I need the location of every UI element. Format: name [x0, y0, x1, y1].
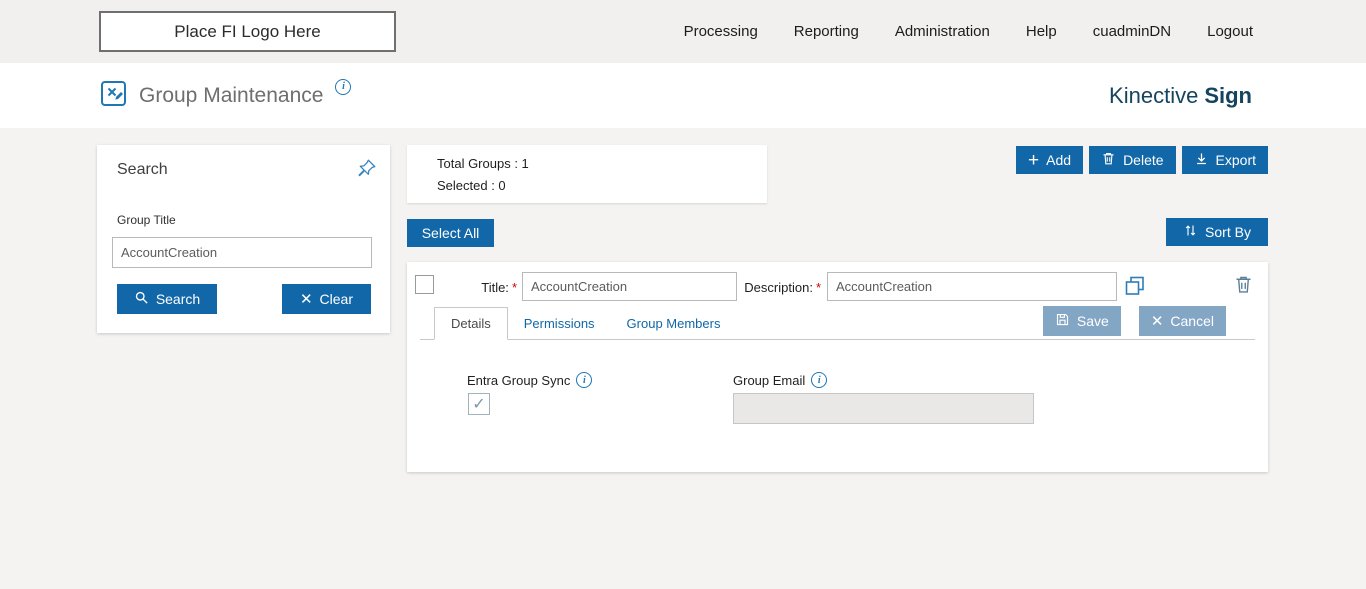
title-label: Title: *	[481, 280, 517, 295]
page-title-info-icon[interactable]: i	[335, 78, 352, 95]
title-required-marker: *	[511, 280, 517, 295]
total-groups-text: Total Groups : 1	[437, 156, 529, 171]
description-label: Description: *	[744, 280, 821, 295]
sort-by-button[interactable]: Sort By	[1166, 218, 1268, 246]
add-button[interactable]: + Add	[1016, 146, 1084, 174]
fi-logo-text: Place FI Logo Here	[174, 21, 321, 41]
nav-username[interactable]: cuadminDN	[1093, 23, 1171, 40]
toolbar: + Add Delete Export	[1016, 146, 1268, 174]
row-actions: Save ✕ Cancel	[1042, 306, 1226, 336]
group-email-info-icon[interactable]: i	[811, 372, 828, 388]
brand-name: Kinective	[1109, 82, 1199, 108]
page-header: Group Maintenance i Kinective Sign	[0, 63, 1366, 128]
row-delete-button[interactable]	[1233, 274, 1254, 298]
group-maintenance-icon	[100, 80, 127, 112]
group-email-label: Group Email i	[733, 372, 828, 388]
summary-panel: Total Groups : 1 Selected : 0	[407, 145, 767, 203]
copy-icon	[1123, 276, 1147, 301]
page-title: Group Maintenance	[139, 83, 324, 107]
group-row-checkbox[interactable]	[415, 275, 434, 294]
top-bar: Place FI Logo Here Processing Reporting …	[0, 0, 1366, 63]
top-navigation: Processing Reporting Administration Help…	[684, 0, 1253, 63]
main-content: Search Group Title Search ✕ Clear Total …	[0, 128, 1366, 589]
group-title-label: Group Title	[117, 213, 176, 227]
tab-permissions[interactable]: Permissions	[508, 307, 611, 339]
title-input[interactable]	[522, 272, 737, 301]
row-trash-icon	[1233, 276, 1254, 298]
entra-group-sync-info-icon[interactable]: i	[576, 372, 593, 388]
search-panel: Search Group Title Search ✕ Clear	[97, 145, 390, 333]
description-required-marker: *	[815, 280, 821, 295]
pin-icon[interactable]	[356, 157, 378, 184]
save-icon	[1055, 312, 1070, 330]
select-all-button[interactable]: Select All	[407, 219, 494, 247]
clear-x-icon: ✕	[299, 290, 313, 308]
clear-button[interactable]: ✕ Clear	[282, 284, 371, 314]
group-row: Title:* Description:* Details Pe	[407, 262, 1268, 472]
group-title-input[interactable]	[112, 237, 372, 268]
search-panel-title: Search	[117, 161, 168, 178]
nav-processing[interactable]: Processing	[684, 23, 758, 40]
export-button[interactable]: Export	[1181, 146, 1268, 174]
nav-logout[interactable]: Logout	[1207, 23, 1253, 40]
cancel-x-icon: ✕	[1150, 312, 1164, 330]
nav-administration[interactable]: Administration	[895, 23, 990, 40]
delete-button[interactable]: Delete	[1089, 146, 1176, 174]
nav-help[interactable]: Help	[1026, 23, 1057, 40]
nav-reporting[interactable]: Reporting	[794, 23, 859, 40]
brand-suffix: Sign	[1204, 82, 1252, 108]
entra-group-sync-label: Entra Group Sync i	[467, 372, 593, 388]
group-email-input	[733, 393, 1034, 424]
check-icon: ✓	[472, 396, 486, 413]
entra-group-sync-checkbox[interactable]: ✓	[468, 393, 490, 415]
description-input[interactable]	[827, 272, 1117, 301]
sort-icon	[1183, 223, 1198, 241]
copy-button[interactable]	[1123, 274, 1147, 301]
search-icon	[134, 290, 149, 308]
selected-count-text: Selected : 0	[437, 178, 506, 193]
trash-icon	[1101, 151, 1116, 169]
cancel-button[interactable]: ✕ Cancel	[1138, 306, 1226, 336]
tab-group-members[interactable]: Group Members	[611, 307, 737, 339]
save-button[interactable]: Save	[1042, 306, 1121, 336]
plus-icon: +	[1028, 149, 1040, 171]
fi-logo-placeholder: Place FI Logo Here	[99, 11, 396, 52]
tab-details[interactable]: Details	[434, 307, 508, 340]
download-icon	[1194, 151, 1209, 169]
search-button[interactable]: Search	[117, 284, 217, 314]
brand-logo: Kinective Sign	[1109, 63, 1252, 128]
